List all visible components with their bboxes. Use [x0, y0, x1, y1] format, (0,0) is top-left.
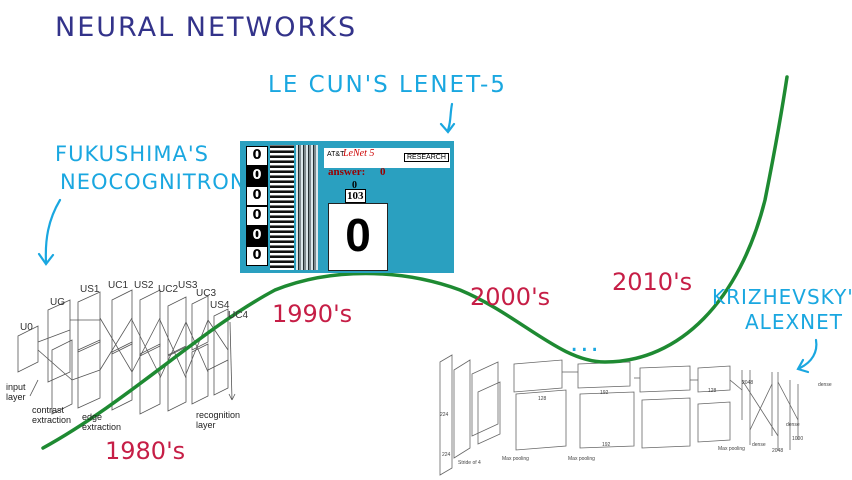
neocognitron-label-edge: edge extraction [82, 412, 122, 432]
lenet-input-digit-box: 0 [328, 203, 388, 271]
layer-label-us3: US3 [178, 280, 198, 291]
lenet-thumb-6: 0 [246, 246, 268, 266]
era-label-1990s: 1990's [272, 300, 353, 328]
alexnet-label-maxpool-3: Max pooling [718, 446, 745, 452]
era-label-2000s: 2000's [470, 283, 551, 311]
lenet-feature-maps [270, 145, 294, 270]
research-badge: RESEARCH [404, 153, 449, 162]
era-label-2010s: 2010's [612, 268, 693, 296]
alexnet-label-2048a: 2048 [742, 380, 754, 386]
layer-label-ug: UG [50, 297, 65, 308]
neocognitron-annotation-line2: NEOCOGNITRON [60, 170, 247, 194]
ellipsis-marker: ... [570, 328, 601, 358]
layer-label-u0: U0 [20, 322, 33, 333]
lenet-thumb-1: 0 [246, 146, 268, 166]
alexnet-label-128a: 128 [538, 396, 547, 402]
arrow-lenet [439, 102, 456, 134]
neocognitron-label-contrast: contrast extraction [32, 405, 72, 425]
alexnet-label-224a: 224 [440, 412, 449, 418]
era-label-1980s: 1980's [105, 437, 186, 465]
alexnet-label-maxpool-2: Max pooling [568, 456, 595, 462]
alexnet-label-1000: 1000 [792, 436, 804, 442]
arrow-alexnet [796, 338, 818, 374]
alexnet-label-stride: Stride of 4 [458, 460, 481, 466]
alexnet-annotation-line1: KRIZHEVSKY'S [712, 285, 852, 309]
layer-label-uc2: UC2 [158, 284, 179, 295]
alexnet-label-dense-2: dense [786, 422, 800, 428]
layer-label-us1: US1 [80, 284, 100, 295]
alexnet-label-192b: 192 [602, 442, 611, 448]
alexnet-annotation-line2: ALEXNET [745, 310, 843, 334]
lenet-thumb-5: 0 [246, 226, 268, 246]
att-logo: AT&T [327, 151, 345, 158]
alexnet-label-128b: 128 [708, 388, 717, 394]
layer-label-us4: US4 [210, 300, 230, 311]
lenet-input-digit: 0 [345, 209, 371, 261]
layer-label-uc3: UC3 [196, 288, 217, 299]
alexnet-label-192a: 192 [600, 390, 609, 396]
counter-bottom: 103 [345, 189, 366, 203]
lenet-thumb-4: 0 [246, 206, 268, 226]
alexnet-label-dense-3: dense [818, 382, 832, 388]
alexnet-label-2048b: 2048 [772, 448, 784, 454]
alexnet-label-224b: 224 [442, 452, 451, 458]
alexnet-label-dense-1: dense [752, 442, 766, 448]
neocognitron-label-recognition: recognition layer [196, 410, 241, 430]
answer-value: 0 [380, 166, 386, 178]
alexnet-diagram [439, 354, 799, 476]
neocognitron-label-input: input layer [6, 382, 26, 402]
neocognitron-annotation-line1: FUKUSHIMA'S [55, 142, 209, 166]
lenet-feature-maps-2 [296, 145, 318, 270]
lenet-thumb-2: 0 [246, 166, 268, 186]
layer-label-us2: US2 [134, 280, 154, 291]
alexnet-label-maxpool-1: Max pooling [502, 456, 529, 462]
lenet-annotation: LE CUN'S LENET-5 [268, 72, 507, 98]
arrow-neocognitron [37, 198, 62, 266]
answer-label: answer: [328, 166, 366, 178]
lenet-thumb-3: 0 [246, 186, 268, 206]
layer-label-uc4: UC4 [228, 310, 249, 321]
layer-label-uc1: UC1 [108, 280, 129, 291]
page-title: NEURAL NETWORKS [55, 12, 358, 43]
lenet-name: LeNet 5 [343, 148, 375, 159]
